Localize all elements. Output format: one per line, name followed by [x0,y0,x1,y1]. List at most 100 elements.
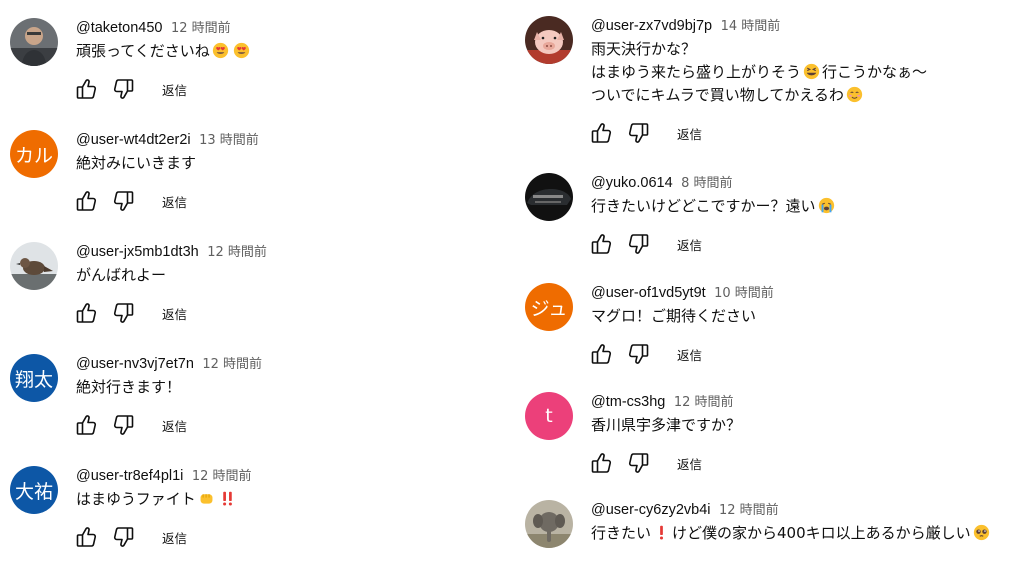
photo-avatar-icon[interactable] [10,18,58,66]
comment-actions: 返信 [76,299,516,327]
comment-text: 雨天決行かな？ はまゆう来たら盛り上がりそう 行こうかなぁ～ ついでにキムラで買い… [591,40,928,104]
avatar[interactable]: 大祐 [10,466,58,514]
comment-text: はまゆうファイト [76,488,516,511]
thumbs-up-icon [589,451,613,475]
comment-timestamp[interactable]: 12 時間前 [171,21,231,36]
dislike-button[interactable] [625,230,653,258]
comment-author[interactable]: @user-wt4dt2er2i [76,132,191,148]
like-button[interactable] [587,119,615,147]
avatar[interactable]: カル [10,130,58,178]
thumbs-down-icon [112,189,136,213]
thumbs-down-icon [627,232,651,256]
comment-timestamp[interactable]: 12 時間前 [674,395,734,410]
comment-timestamp[interactable]: 10 時間前 [714,286,774,301]
comment-author[interactable]: @yuko.0614 [591,175,673,191]
comment-timestamp[interactable]: 14 時間前 [721,19,781,34]
comment-author[interactable]: @user-jx5mb1dt3h [76,244,199,260]
dislike-button[interactable] [110,75,138,103]
thumbs-up-icon [589,121,613,145]
reply-button[interactable]: 返信 [677,454,702,473]
reply-button[interactable]: 返信 [162,416,187,435]
comment-timestamp[interactable]: 12 時間前 [192,469,252,484]
comment-actions: 返信 [76,187,516,215]
car-avatar-icon[interactable] [525,173,573,221]
crying-emoji [818,197,835,214]
thumbs-down-icon [112,77,136,101]
heart-eyes-emoji [233,42,250,59]
like-button[interactable] [587,340,615,368]
comment-actions: 返信 [591,340,1024,368]
comment-text: 絶対行きます！ [76,378,182,396]
smiling-blush-emoji [846,86,863,103]
comment-author[interactable]: @user-cy6zy2vb4i [591,502,710,518]
comment-timestamp[interactable]: 12 時間前 [207,245,267,260]
comment-author[interactable]: @user-nv3vj7et7n [76,356,194,372]
reply-button[interactable]: 返信 [162,80,187,99]
thumbs-up-icon [74,189,98,213]
dislike-button[interactable] [625,119,653,147]
red-exclamation-emoji [653,524,670,541]
comment-text: 頑張ってくださいね [76,40,516,63]
thumbs-down-icon [112,301,136,325]
comment-text: 香川県宇多津ですか？ [591,416,742,434]
comment-text: 行きたい けど僕の家から400キロ以上あるから厳しい [591,522,1024,545]
thumbs-down-icon [112,525,136,549]
dislike-button[interactable] [625,340,653,368]
comment-author[interactable]: @taketon450 [76,20,162,36]
like-button[interactable] [72,187,100,215]
comment-text: がんばれよー [76,266,167,284]
dislike-button[interactable] [110,411,138,439]
double-exclamation-emoji [219,490,236,507]
thumbs-up-icon [589,342,613,366]
like-button[interactable] [72,75,100,103]
comment-author[interactable]: @user-of1vd5yt9t [591,285,706,301]
reply-button[interactable]: 返信 [677,124,702,143]
grin-squint-emoji [803,63,820,80]
comment-timestamp[interactable]: 12 時間前 [202,357,262,372]
thumbs-down-icon [112,413,136,437]
reply-button[interactable]: 返信 [162,528,187,547]
comment-actions: 返信 [591,119,1024,147]
thumbs-up-icon [589,232,613,256]
heart-eyes-emoji [212,42,229,59]
comment-actions: 返信 [76,523,516,551]
avatar[interactable]: ジュ [525,283,573,331]
comment-author[interactable]: @user-zx7vd9bj7p [591,18,712,34]
reply-button[interactable]: 返信 [677,345,702,364]
thumbs-down-icon [627,342,651,366]
reply-button[interactable]: 返信 [162,192,187,211]
bird-avatar-icon[interactable] [10,242,58,290]
reply-button[interactable]: 返信 [677,235,702,254]
comment-actions: 返信 [76,75,516,103]
dislike-button[interactable] [110,523,138,551]
like-button[interactable] [72,299,100,327]
like-button[interactable] [587,449,615,477]
dislike-button[interactable] [110,187,138,215]
thumbs-up-icon [74,77,98,101]
thumbs-down-icon [627,121,651,145]
reply-button[interactable]: 返信 [162,304,187,323]
like-button[interactable] [72,523,100,551]
thumbs-down-icon [627,451,651,475]
avatar[interactable]: t [525,392,573,440]
thumbs-up-icon [74,301,98,325]
comment-text: 行きたいけどどこですかー？遠い [591,195,1024,218]
pleading-emoji [973,524,990,541]
dislike-button[interactable] [625,449,653,477]
thumbs-up-icon [74,413,98,437]
dislike-button[interactable] [110,299,138,327]
comment-timestamp[interactable]: 8 時間前 [681,176,732,191]
comment-timestamp[interactable]: 13 時間前 [199,133,259,148]
like-button[interactable] [72,411,100,439]
pig-avatar-icon[interactable] [525,16,573,64]
comment-text: 絶対みにいきます [76,154,197,172]
comment-author[interactable]: @tm-cs3hg [591,394,665,410]
avatar[interactable]: 翔太 [10,354,58,402]
thumbs-up-icon [74,525,98,549]
like-button[interactable] [587,230,615,258]
comment-actions: 返信 [591,230,1024,258]
comment-timestamp[interactable]: 12 時間前 [719,503,779,518]
comment-actions: 返信 [591,449,1024,477]
elephant-avatar-icon[interactable] [525,500,573,548]
comment-author[interactable]: @user-tr8ef4pl1i [76,468,183,484]
